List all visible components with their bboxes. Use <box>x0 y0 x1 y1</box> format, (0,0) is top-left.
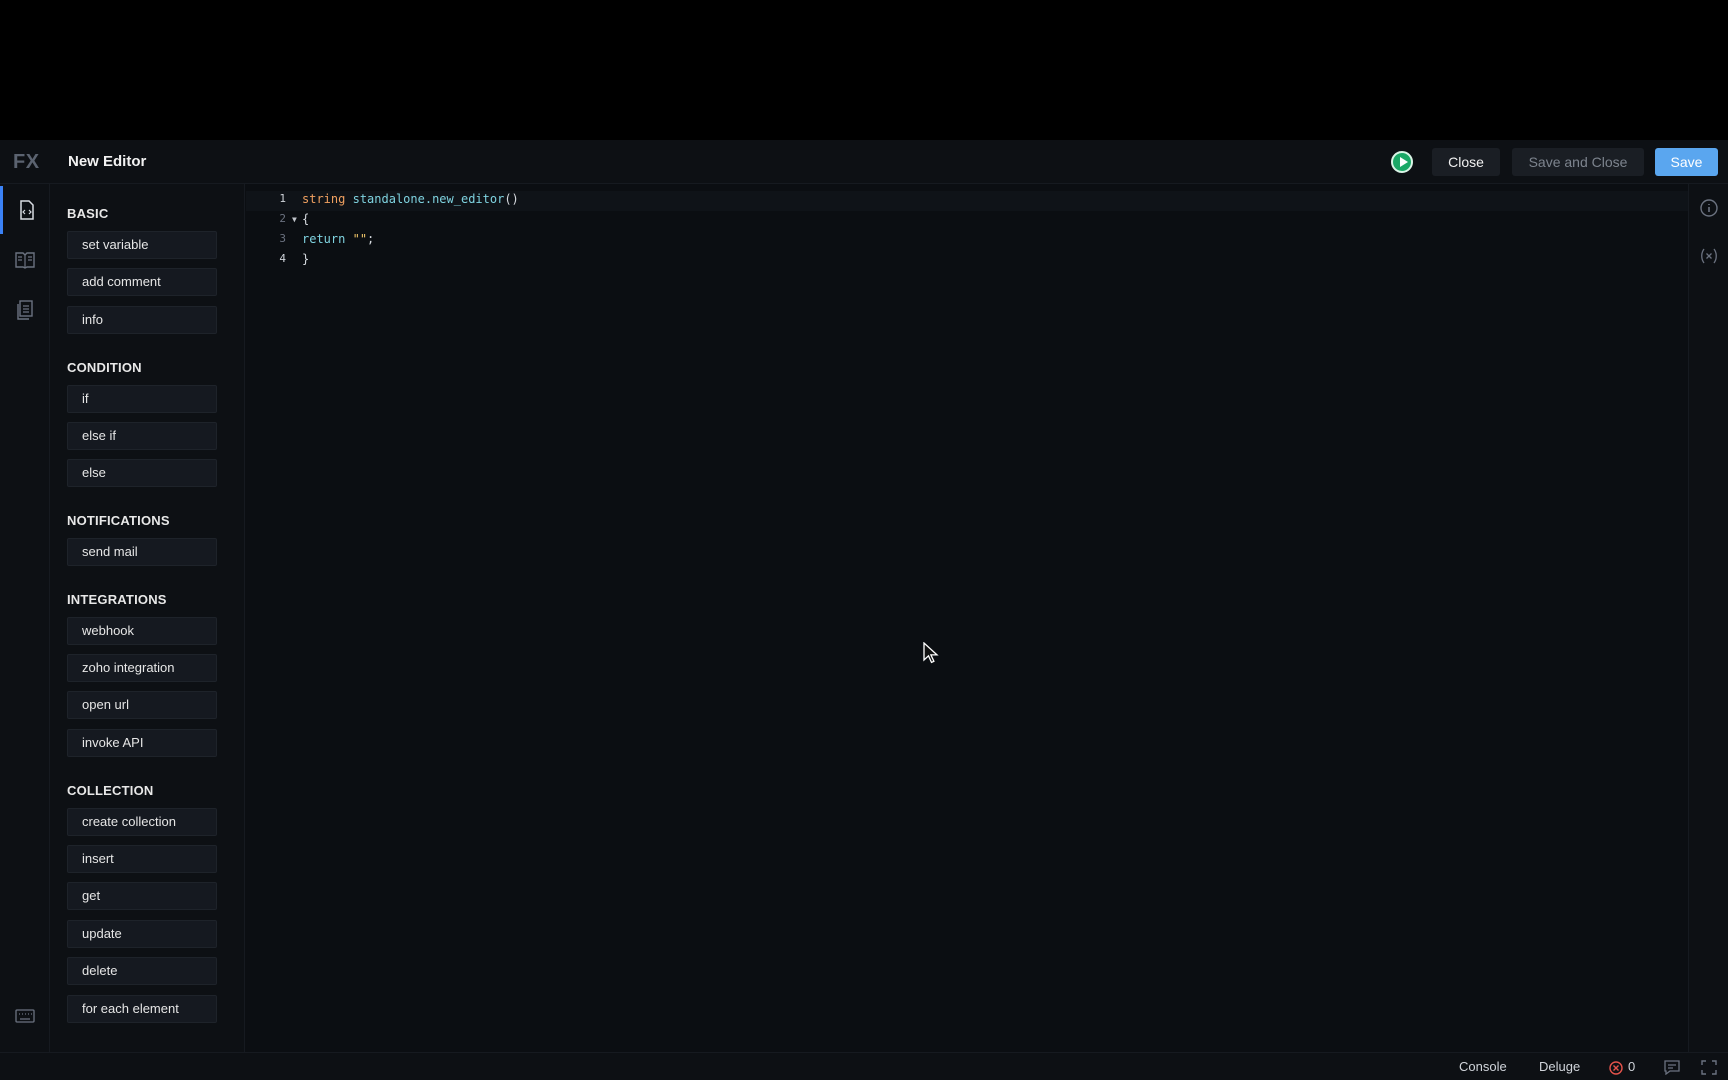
code-token: return <box>302 232 346 246</box>
snippet-update[interactable]: update <box>67 920 217 948</box>
snippet-else[interactable]: else <box>67 459 217 487</box>
error-icon <box>1609 1061 1623 1075</box>
code-file-icon <box>18 200 36 220</box>
editor-app: FX New Editor Close Save and Close Save <box>0 140 1728 1080</box>
snippet-zoho-integration[interactable]: zoho integration <box>67 654 217 682</box>
page-title: New Editor <box>68 153 147 170</box>
snippet-webhook[interactable]: webhook <box>67 617 217 645</box>
snippet-add-comment[interactable]: add comment <box>67 268 217 296</box>
play-circle-icon[interactable] <box>1391 151 1413 173</box>
code-token: string <box>302 192 346 206</box>
section-title-notifications: NOTIFICATIONS <box>67 513 170 528</box>
snippet-set-variable[interactable]: set variable <box>67 231 217 259</box>
snippet-palette: BASIC set variable add comment info COND… <box>50 184 245 1068</box>
save-and-close-button[interactable]: Save and Close <box>1512 148 1644 176</box>
language-label[interactable]: Deluge <box>1539 1059 1580 1074</box>
console-tab[interactable]: Console <box>1459 1059 1507 1074</box>
fold-arrow-icon[interactable]: ▼ <box>292 215 297 224</box>
code-line[interactable]: } <box>302 252 309 266</box>
line-number: 4 <box>279 252 286 265</box>
snippet-if[interactable]: if <box>67 385 217 413</box>
snippet-open-url[interactable]: open url <box>67 691 217 719</box>
error-count[interactable]: 0 <box>1628 1059 1635 1074</box>
section-title-collection: COLLECTION <box>67 783 154 798</box>
line-number: 2 <box>279 212 286 225</box>
snippet-create-collection[interactable]: create collection <box>67 808 217 836</box>
snippet-invoke-api[interactable]: invoke API <box>67 729 217 757</box>
code-token: ; <box>367 232 375 246</box>
variable-x-icon[interactable] <box>1699 246 1719 266</box>
document-list-icon <box>16 300 34 320</box>
rail-item-documents[interactable] <box>0 286 50 334</box>
rail-item-code[interactable] <box>0 186 50 234</box>
header-bar: FX New Editor Close Save and Close Save <box>0 140 1728 184</box>
close-button[interactable]: Close <box>1432 148 1500 176</box>
code-line[interactable]: string standalone.new_editor() <box>302 192 519 206</box>
snippet-get[interactable]: get <box>67 882 217 910</box>
save-button[interactable]: Save <box>1655 148 1718 176</box>
mouse-cursor-icon <box>923 642 939 664</box>
code-token: standalone.new_editor <box>352 192 505 206</box>
code-line[interactable]: return ""; <box>302 232 374 246</box>
snippet-info[interactable]: info <box>67 306 217 334</box>
snippet-delete[interactable]: delete <box>67 957 217 985</box>
section-title-integrations: INTEGRATIONS <box>67 592 167 607</box>
rail-item-book[interactable] <box>0 236 50 284</box>
code-token: { <box>302 212 310 226</box>
snippet-send-mail[interactable]: send mail <box>67 538 217 566</box>
left-rail <box>0 184 50 1080</box>
feedback-icon[interactable] <box>1664 1060 1680 1075</box>
fx-logo: FX <box>13 151 40 173</box>
status-bar: Console Deluge 0 <box>0 1052 1728 1080</box>
snippet-for-each-element[interactable]: for each element <box>67 995 217 1023</box>
book-icon <box>15 251 35 269</box>
code-token: } <box>302 252 310 266</box>
code-line[interactable]: { <box>302 212 309 226</box>
code-token: () <box>504 192 519 206</box>
code-editor[interactable]: 1 string standalone.new_editor() 2 ▼ {3 retur… <box>246 184 1688 1068</box>
snippet-else-if[interactable]: else if <box>67 422 217 450</box>
section-title-condition: CONDITION <box>67 360 142 375</box>
top-black-band <box>0 0 1728 140</box>
keyboard-icon[interactable] <box>0 992 50 1040</box>
info-icon[interactable] <box>1699 198 1719 218</box>
right-rail <box>1688 184 1728 1068</box>
fullscreen-icon[interactable] <box>1701 1060 1717 1075</box>
section-title-basic: BASIC <box>67 206 109 221</box>
line-number: 3 <box>279 232 286 245</box>
code-token: "" <box>352 232 368 246</box>
snippet-insert[interactable]: insert <box>67 845 217 873</box>
line-number: 1 <box>279 192 286 205</box>
